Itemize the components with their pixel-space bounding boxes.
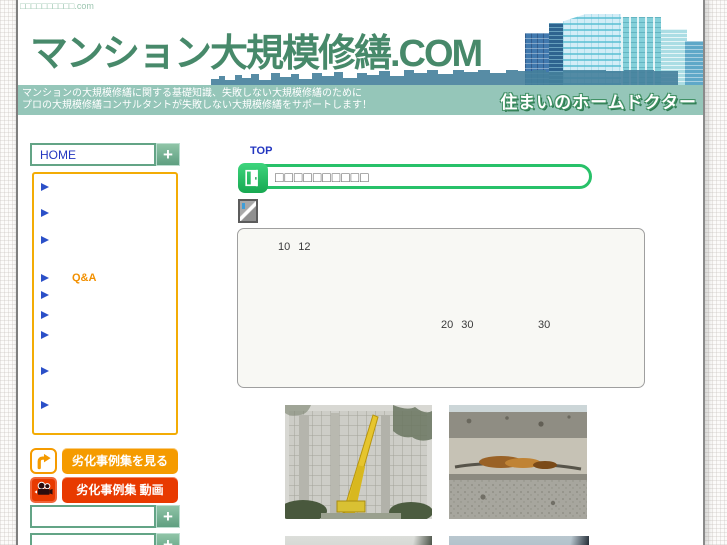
top-strip: □□□□□□□□□□.com [18,0,703,14]
triangle-bullet-icon [41,367,49,375]
tagline-band: マンションの大規模修繕に関する基礎知識、失敗しない大規模修繕のために プロの大規… [18,85,703,115]
home-link[interactable]: HOME [32,148,76,162]
sidebar-menu-item[interactable] [34,365,176,378]
extra-nav-bar-2: + [30,533,180,545]
memo-pen-icon [238,199,258,223]
case-video-row: 劣化事例集 動画 [30,476,178,503]
turn-right-arrow-icon [30,447,57,474]
triangle-bullet-icon [41,183,49,191]
sidebar-menu-item[interactable] [34,234,176,247]
extra-nav-bar-1: + [30,505,180,528]
article-fragment: 20 30 [441,319,474,331]
browser-viewport: □□□□□□□□□□.com マンション大規模修繕.COM マンションの大規模修… [0,0,727,545]
case-study-button[interactable]: 劣化事例集を見る [62,447,178,474]
tagline-line2: プロの大規模修繕コンサルタントが失敗しない大規模修繕をサポートします！ [22,100,372,111]
page-title: □□□□□□□□□□ [275,169,370,185]
plus-icon[interactable]: + [156,505,180,528]
photo-concrete-spalling-rust [449,405,587,519]
triangle-bullet-icon [41,209,49,217]
triangle-bullet-icon [41,331,49,339]
movie-projector-icon [30,476,57,503]
triangle-bullet-icon [41,291,49,299]
sidebar-menu-item-qa[interactable]: Q&A [34,272,176,285]
page-title-bar: □□□□□□□□□□ [238,163,592,193]
tagline-line1: マンションの大規模修繕に関する基礎知識、失敗しない大規模修繕のために [22,88,362,99]
article-fragment: 10 12 [278,241,311,253]
case-study-row: 劣化事例集を見る [30,447,178,474]
photo-row2-right [449,536,589,545]
triangle-bullet-icon [41,274,49,282]
site-logo[interactable]: マンション大規模修繕.COM [30,22,483,77]
article-fragment: 30 [538,319,551,331]
triangle-bullet-icon [41,401,49,409]
extra-nav-link-box[interactable] [30,505,156,528]
article-text-box: 10 12 20 30 30 [237,228,645,388]
home-link-box[interactable]: HOME [30,143,156,166]
triangle-bullet-icon [41,236,49,244]
sidebar-menu-item[interactable] [34,399,176,412]
plus-icon[interactable]: + [156,533,180,545]
case-video-button[interactable]: 劣化事例集 動画 [62,476,178,503]
sidebar-menu-item[interactable] [34,329,176,342]
breadcrumb-top-link[interactable]: TOP [250,145,272,157]
photo-scaffolded-building-with-crane [285,405,432,519]
site-title-text: □□□□□□□□□□.com [20,1,94,11]
page-container: □□□□□□□□□□.com マンション大規模修繕.COM マンションの大規模修… [16,0,705,545]
home-nav-bar: HOME + [30,143,180,166]
sidebar-menu: Q&A [32,172,178,435]
sidebar-menu-item[interactable] [34,309,176,322]
sidebar-menu-item[interactable] [34,289,176,302]
plus-icon[interactable]: + [156,143,180,166]
tagline-text: マンションの大規模修繕に関する基礎知識、失敗しない大規模修繕のために プロの大規… [22,88,372,112]
photo-row2-left [285,536,432,545]
door-icon [238,163,268,193]
extra-nav-link-box[interactable] [30,533,156,545]
sidebar-menu-item[interactable] [34,207,176,220]
catchcopy-text: 住まいのホームドクター [500,93,697,112]
triangle-bullet-icon [41,311,49,319]
header-logo-area: マンション大規模修繕.COM [18,14,703,85]
sidebar-menu-item[interactable] [34,181,176,194]
